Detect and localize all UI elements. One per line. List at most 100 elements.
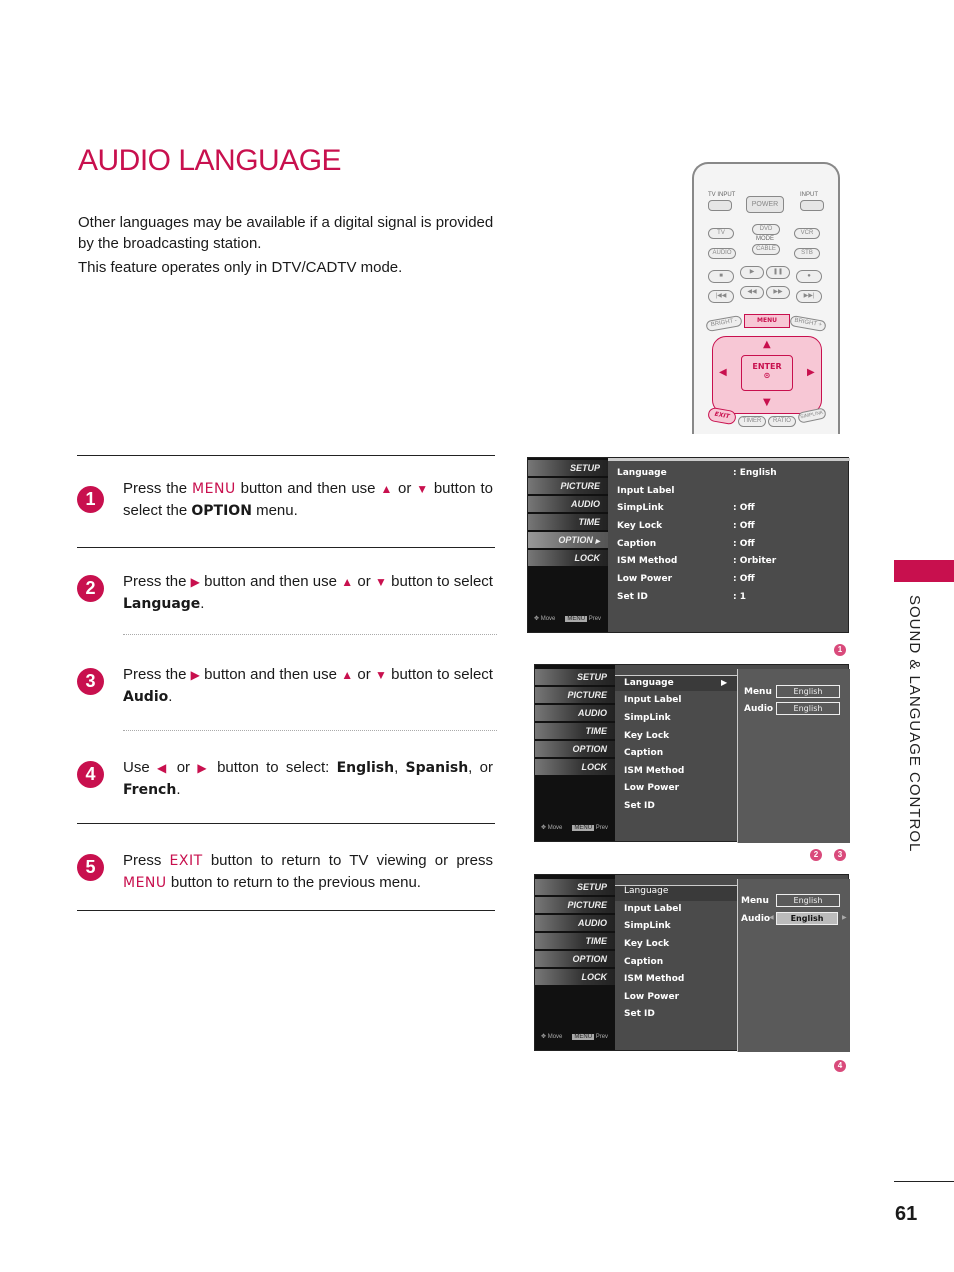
osd-value-set-id: : 1 — [733, 592, 746, 602]
osd-item-key-lock: Key Lock — [617, 521, 663, 531]
text: or — [353, 573, 375, 590]
text: Press the — [123, 666, 191, 683]
osd-item-language: Language — [624, 886, 669, 896]
osd-language-panel: Menu English Audio English — [737, 669, 850, 843]
lang-value-audio: English — [776, 702, 840, 715]
osd-side-item-option: OPTION ▶ — [528, 532, 608, 549]
remote-next-button: ▶▶| — [796, 290, 822, 303]
osd-item-low-power: Low Power — [624, 992, 680, 1002]
osd-item-ism-method: ISM Method — [617, 556, 678, 566]
page-number-rule — [894, 1181, 954, 1182]
remote-control-illustration: TV INPUT INPUT POWER TV DVD VCR MODE AUD… — [692, 162, 840, 434]
remote-bright-minus-button: BRIGHT - — [705, 314, 743, 333]
text: button to return to the previous menu. — [166, 874, 421, 891]
divider — [77, 455, 495, 456]
osd-item-ism-method: ISM Method — [624, 766, 685, 776]
osd-side-item-time: TIME — [535, 723, 615, 740]
footer-prev-label: Prev — [588, 616, 602, 622]
intro-paragraph: Other languages may be available if a di… — [78, 214, 494, 252]
remote-input-button — [800, 200, 824, 211]
submenu-arrow-icon: ▶ — [595, 539, 600, 545]
remote-mode-label: MODE — [756, 236, 774, 242]
remote-prev-button: |◀◀ — [708, 290, 734, 303]
text: Press the — [123, 573, 191, 590]
screen-tag-badge: 1 — [834, 644, 846, 656]
osd-item-low-power: Low Power — [617, 574, 673, 584]
menu-keyword: MENU — [192, 481, 236, 497]
text: . — [200, 595, 205, 612]
osd-value-simplink: : Off — [733, 503, 755, 513]
step-text: Press the ▶ button and then use ▲ or ▼ b… — [123, 571, 493, 615]
text: button and then use — [199, 666, 342, 683]
up-arrow-icon: ▲ — [380, 482, 394, 496]
lang-value-menu: English — [776, 685, 840, 698]
text: Press — [123, 852, 170, 869]
footer-move-label: Move — [547, 825, 563, 831]
remote-menu-button: MENU — [744, 314, 790, 328]
screen-tag-badge: 3 — [834, 849, 846, 861]
text: button to select: — [209, 759, 337, 776]
osd-item-language: Language — [624, 678, 674, 688]
osd-item-caption: Caption — [617, 539, 657, 549]
osd-side-item-time: TIME — [535, 933, 615, 950]
remote-cable-button: CABLE — [752, 244, 780, 255]
menu-keyword: MENU — [123, 875, 167, 891]
right-arrow-icon: ▶ — [197, 761, 210, 775]
osd-side-item-audio: AUDIO — [535, 705, 615, 722]
remote-enter-dot-icon: ⊙ — [763, 371, 771, 380]
divider — [77, 823, 495, 824]
remote-down-arrow-icon: ▼ — [763, 397, 771, 408]
remote-rewind-button: ◀◀ — [740, 286, 764, 299]
osd-item-language: Language — [617, 468, 667, 478]
french-keyword: French — [123, 782, 177, 798]
down-arrow-icon: ▼ — [374, 668, 387, 682]
remote-timer-button: TIMER — [738, 416, 766, 427]
text: , — [394, 759, 406, 776]
osd-item-key-lock: Key Lock — [624, 939, 670, 949]
remote-label-tv-input: TV INPUT — [708, 192, 736, 198]
text: or — [393, 480, 417, 497]
remote-up-arrow-icon: ▲ — [763, 339, 771, 350]
osd-side-item-picture: PICTURE — [535, 687, 615, 704]
intro-text: Other languages may be available if a di… — [78, 212, 498, 278]
footer-menu-key: MENU — [565, 616, 588, 622]
osd-item-ism-method: ISM Method — [624, 974, 685, 984]
option-keyword: OPTION — [191, 503, 252, 519]
osd-item-caption: Caption — [624, 957, 664, 967]
remote-bright-plus-button: BRIGHT + — [789, 314, 827, 333]
remote-right-arrow-icon: ▶ — [807, 367, 815, 378]
osd-item-input-label: Input Label — [624, 695, 682, 705]
step-number-badge: 4 — [77, 761, 104, 788]
intro-paragraph: This feature operates only in DTV/CADTV … — [78, 259, 403, 276]
osd-item-input-label: Input Label — [617, 486, 675, 496]
step-text: Press the ▶ button and then use ▲ or ▼ b… — [123, 664, 493, 708]
step-number-badge: 1 — [77, 486, 104, 513]
page-number: 61 — [895, 1203, 918, 1225]
remote-nav-pad: ▲ ▼ ◀ ▶ ENTER ⊙ — [712, 336, 822, 414]
up-arrow-icon: ▲ — [341, 575, 354, 589]
step-number-badge: 5 — [77, 854, 104, 881]
down-arrow-icon: ▼ — [416, 482, 429, 496]
lang-label-menu: Menu — [741, 896, 769, 906]
osd-item-key-lock: Key Lock — [624, 731, 670, 741]
step-text: Press the MENU button and then use ▲ or … — [123, 478, 493, 522]
remote-tv-button: TV — [708, 228, 734, 239]
remote-power-button: POWER — [746, 196, 784, 213]
text: button to select — [386, 573, 493, 590]
footer-prev-label: Prev — [595, 825, 609, 831]
submenu-arrow-icon: ▶ — [721, 678, 728, 687]
text: Use — [123, 759, 157, 776]
osd-side-menu: SETUP PICTURE AUDIO TIME OPTION LOCK ✥ M… — [535, 665, 615, 841]
exit-keyword: EXIT — [169, 853, 203, 869]
osd-side-item-time: TIME — [528, 514, 608, 531]
lang-label-audio: Audio — [741, 914, 771, 924]
lang-value-menu: English — [776, 894, 840, 907]
remote-dvd-button: DVD — [752, 224, 780, 235]
step-text: Use ◀ or ▶ button to select: English, Sp… — [123, 757, 493, 801]
osd-side-item-picture: PICTURE — [528, 478, 608, 495]
osd-language-panel: Menu English Audio ◀ English ▶ — [737, 879, 850, 1052]
osd-screen-language-submenu: SETUP PICTURE AUDIO TIME OPTION LOCK ✥ M… — [534, 664, 850, 843]
english-keyword: English — [336, 760, 395, 776]
text: button and then use — [199, 573, 342, 590]
osd-item-set-id: Set ID — [617, 592, 648, 602]
